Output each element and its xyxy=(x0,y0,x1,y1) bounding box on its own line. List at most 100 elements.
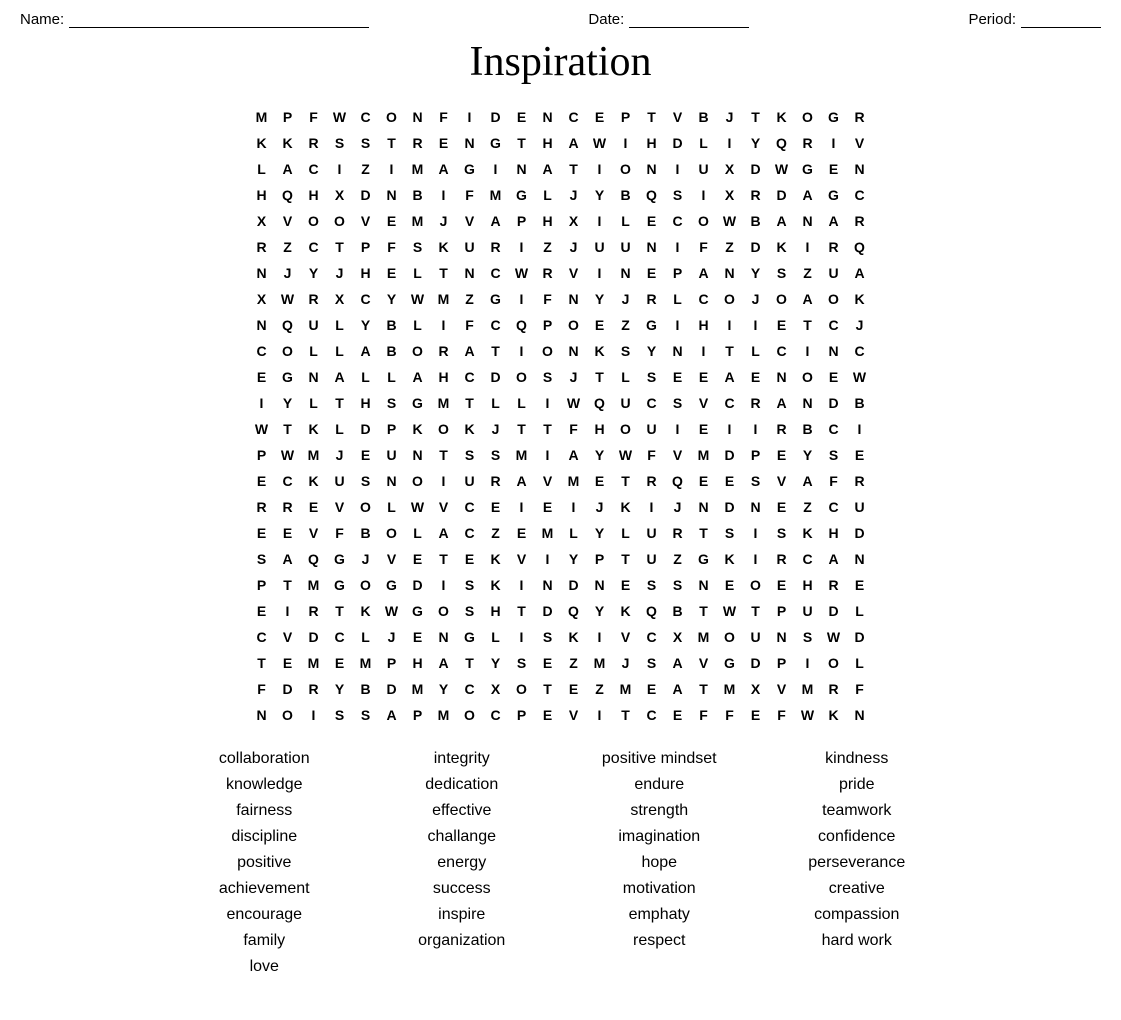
grid-cell: U xyxy=(691,156,717,182)
grid-cell: V xyxy=(613,624,639,650)
grid-cell: Q xyxy=(587,390,613,416)
grid-cell: I xyxy=(509,572,535,598)
grid-cell: C xyxy=(483,702,509,728)
grid-cell: L xyxy=(327,312,353,338)
grid-cell: E xyxy=(691,468,717,494)
grid-cell: M xyxy=(249,104,275,130)
grid-cell: Y xyxy=(379,286,405,312)
grid-cell: I xyxy=(431,182,457,208)
grid-cell: O xyxy=(769,286,795,312)
grid-cell: E xyxy=(665,702,691,728)
grid-cell: T xyxy=(457,650,483,676)
grid-cell: P xyxy=(509,208,535,234)
grid-cell: C xyxy=(353,286,379,312)
grid-cell: E xyxy=(353,442,379,468)
grid-cell: E xyxy=(743,364,769,390)
grid-cell: L xyxy=(483,390,509,416)
grid-cell: W xyxy=(275,286,301,312)
grid-cell: V xyxy=(769,676,795,702)
grid-cell: I xyxy=(717,312,743,338)
grid-cell: Y xyxy=(483,650,509,676)
grid-cell: W xyxy=(275,442,301,468)
grid-cell: K xyxy=(275,130,301,156)
grid-cell: P xyxy=(405,702,431,728)
grid-cell: J xyxy=(665,494,691,520)
grid-cell: A xyxy=(769,208,795,234)
grid-cell: W xyxy=(561,390,587,416)
grid-cell: Q xyxy=(639,182,665,208)
grid-cell: O xyxy=(457,702,483,728)
grid-cell: J xyxy=(327,260,353,286)
grid-cell: V xyxy=(431,494,457,520)
grid-cell: W xyxy=(327,104,353,130)
grid-cell: C xyxy=(483,260,509,286)
grid-cell: G xyxy=(275,364,301,390)
grid-cell: S xyxy=(795,624,821,650)
grid-cell: D xyxy=(821,598,847,624)
grid-cell: S xyxy=(457,598,483,624)
grid-cell: C xyxy=(665,208,691,234)
grid-cell: A xyxy=(665,676,691,702)
grid-cell: R xyxy=(535,260,561,286)
grid-cell: W xyxy=(509,260,535,286)
grid-cell: C xyxy=(847,338,873,364)
grid-cell: L xyxy=(353,364,379,390)
grid-cell: E xyxy=(405,624,431,650)
grid-cell: I xyxy=(587,208,613,234)
grid-cell: S xyxy=(665,390,691,416)
grid-cell: I xyxy=(743,546,769,572)
grid-cell: D xyxy=(353,416,379,442)
grid-cell: H xyxy=(821,520,847,546)
grid-cell: S xyxy=(665,182,691,208)
grid-cell: Q xyxy=(769,130,795,156)
grid-cell: W xyxy=(769,156,795,182)
grid-cell: N xyxy=(769,364,795,390)
grid-cell: C xyxy=(327,624,353,650)
grid-cell: P xyxy=(769,598,795,624)
grid-cell: O xyxy=(327,208,353,234)
grid-cell: K xyxy=(795,520,821,546)
grid-cell: L xyxy=(691,130,717,156)
grid-cell: V xyxy=(275,208,301,234)
grid-cell: Y xyxy=(587,182,613,208)
word-list-item: discipline xyxy=(171,826,359,848)
grid-cell: V xyxy=(691,650,717,676)
grid-cell: D xyxy=(847,520,873,546)
grid-cell: R xyxy=(743,182,769,208)
grid-cell: A xyxy=(483,208,509,234)
grid-cell: W xyxy=(717,208,743,234)
grid-cell: E xyxy=(639,208,665,234)
word-list-item: strength xyxy=(566,800,754,822)
grid-cell: E xyxy=(431,130,457,156)
grid-cell: M xyxy=(509,442,535,468)
word-list-item: kindness xyxy=(763,748,951,770)
grid-cell: T xyxy=(535,416,561,442)
grid-cell: E xyxy=(691,364,717,390)
grid-cell: P xyxy=(613,104,639,130)
grid-cell: L xyxy=(379,364,405,390)
grid-cell: K xyxy=(821,702,847,728)
grid-cell: G xyxy=(821,104,847,130)
grid-cell: Z xyxy=(613,312,639,338)
grid-cell: W xyxy=(379,598,405,624)
grid-cell: E xyxy=(509,104,535,130)
grid-cell: T xyxy=(509,598,535,624)
grid-cell: O xyxy=(379,520,405,546)
grid-cell: V xyxy=(301,520,327,546)
grid-cell: A xyxy=(405,364,431,390)
word-list-item xyxy=(368,956,556,978)
grid-cell: R xyxy=(847,208,873,234)
grid-cell: R xyxy=(847,468,873,494)
grid-cell: X xyxy=(249,286,275,312)
word-list-item: hope xyxy=(566,852,754,874)
word-list-item xyxy=(566,956,754,978)
grid-cell: A xyxy=(847,260,873,286)
grid-cell: E xyxy=(717,572,743,598)
grid-cell: B xyxy=(795,416,821,442)
grid-cell: R xyxy=(483,468,509,494)
grid-cell: X xyxy=(717,156,743,182)
grid-cell: R xyxy=(275,494,301,520)
grid-cell: H xyxy=(483,598,509,624)
grid-cell: Y xyxy=(301,260,327,286)
grid-cell: K xyxy=(353,598,379,624)
